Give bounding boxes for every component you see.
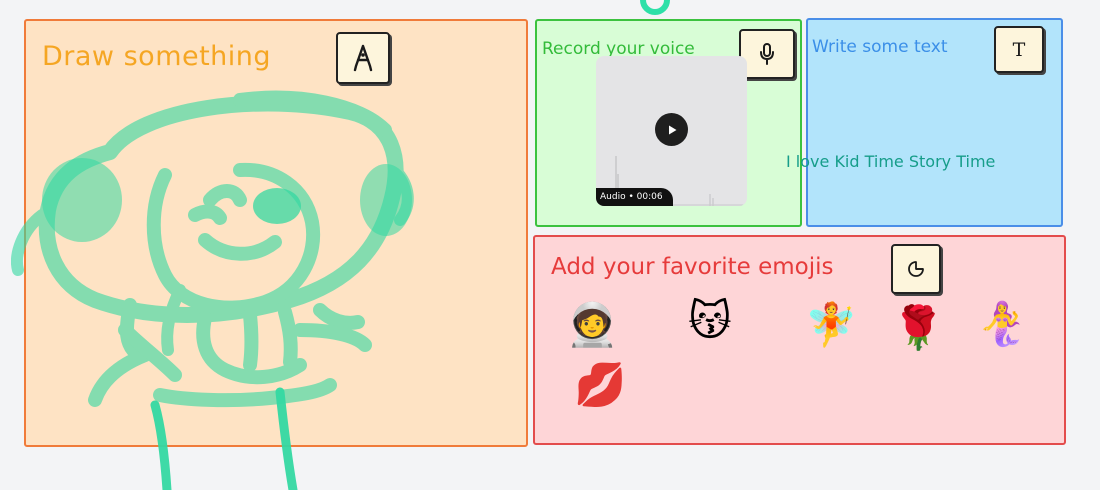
write-panel[interactable]: Write some text T xyxy=(806,18,1063,227)
written-text[interactable]: I love Kid Time Story Time xyxy=(786,152,995,171)
text-tool-button[interactable]: T xyxy=(994,26,1044,73)
play-button[interactable] xyxy=(655,113,688,146)
rose-emoji[interactable]: 🌹 xyxy=(892,307,944,349)
fairy-emoji[interactable]: 🧚 xyxy=(805,304,857,346)
emoji-tool-button[interactable] xyxy=(891,244,941,294)
microphone-icon xyxy=(760,43,774,65)
record-panel[interactable]: Record your voice Audio • 00:06 xyxy=(535,19,802,227)
sticker-icon xyxy=(908,261,924,277)
audio-duration-label: Audio • 00:06 xyxy=(596,188,673,206)
emoji-title: Add your favorite emojis xyxy=(551,254,834,280)
text-icon: T xyxy=(1012,38,1026,61)
pen-tool-button[interactable] xyxy=(336,32,390,84)
audio-player[interactable]: Audio • 00:06 xyxy=(596,56,747,206)
pen-nib-icon xyxy=(353,44,373,72)
play-icon xyxy=(668,125,676,134)
kissing-cat-emoji[interactable]: 😽 xyxy=(688,300,732,342)
write-title: Write some text xyxy=(812,37,948,57)
astronaut-emoji[interactable]: 🧑‍🚀 xyxy=(566,304,618,346)
kiss-mark-emoji[interactable]: 💋 xyxy=(574,364,626,406)
draw-panel[interactable]: Draw something xyxy=(24,19,528,447)
mermaid-emoji[interactable]: 🧜‍♀️ xyxy=(976,303,1028,345)
record-voice-button[interactable] xyxy=(739,29,795,79)
draw-title: Draw something xyxy=(42,41,272,72)
